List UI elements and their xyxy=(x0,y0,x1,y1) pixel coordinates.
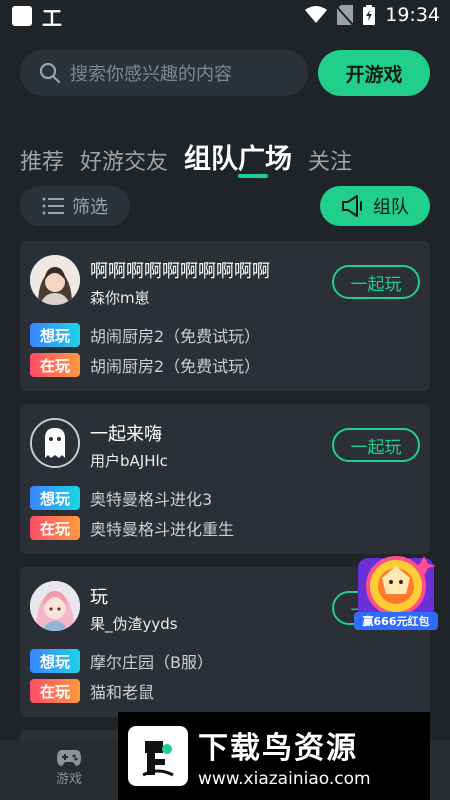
app-notification-icon: 工 xyxy=(42,5,62,30)
playing-game-name: 胡闹厨房2（免费试玩） xyxy=(90,357,261,376)
card-username: 森你m崽 xyxy=(90,289,150,307)
search-icon xyxy=(39,62,61,84)
battery-icon xyxy=(363,5,376,25)
nav-games-label: 游戏 xyxy=(56,772,83,787)
want-game-name: 摩尔庄园（B服） xyxy=(90,653,213,672)
tab-friends[interactable]: 好游交友 xyxy=(80,144,168,176)
want-game-name: 胡闹厨房2（免费试玩） xyxy=(90,327,261,346)
no-sim-icon xyxy=(337,5,354,25)
watermark-logo xyxy=(128,726,188,786)
tab-team-square[interactable]: 组队广场 xyxy=(184,137,292,176)
play-together-button[interactable]: 一起玩 xyxy=(332,265,420,299)
search-placeholder: 搜索你感兴趣的内容 xyxy=(70,64,232,85)
playing-game-name: 猫和老鼠 xyxy=(90,683,155,702)
create-team-button[interactable]: 组队 xyxy=(320,186,430,226)
card-title: 啊啊啊啊啊啊啊啊啊啊 xyxy=(90,261,270,282)
avatar[interactable] xyxy=(30,418,80,468)
card-username: 用户bAJHlc xyxy=(90,452,168,470)
tab-following[interactable]: 关注 xyxy=(308,144,352,176)
want-to-play-tag: 想玩 xyxy=(30,649,80,673)
team-card[interactable]: 啊啊啊啊啊啊啊啊啊啊 森你m崽 一起玩 想玩 胡闹厨房2（免费试玩） 在玩 胡闹… xyxy=(20,241,430,391)
avatar[interactable] xyxy=(30,255,80,305)
play-together-button[interactable]: 一起玩 xyxy=(332,428,420,462)
avatar[interactable] xyxy=(30,581,80,631)
playing-tag: 在玩 xyxy=(30,516,80,540)
playing-game-name: 奥特曼格斗进化重生 xyxy=(90,520,235,539)
search-input[interactable]: 搜索你感兴趣的内容 xyxy=(20,50,308,96)
tab-bar: 推荐 好游交友 组队广场 关注 xyxy=(20,132,352,176)
want-game-name: 奥特曼格斗进化3 xyxy=(90,490,213,509)
card-title: 一起来嗨 xyxy=(90,424,162,445)
card-title: 玩 xyxy=(90,587,108,608)
tab-recommended[interactable]: 推荐 xyxy=(20,144,64,176)
nav-games[interactable]: 游戏 xyxy=(56,748,82,787)
clock: 19:34 xyxy=(385,4,440,26)
want-to-play-tag: 想玩 xyxy=(30,323,80,347)
notification-icon xyxy=(12,6,32,26)
red-packet-label: 赢666元红包 xyxy=(362,615,430,628)
wifi-icon xyxy=(305,6,328,23)
watermark-title: 下载鸟资源 xyxy=(198,731,358,766)
list-icon xyxy=(42,197,64,215)
megaphone-icon xyxy=(342,195,362,217)
want-to-play-tag: 想玩 xyxy=(30,486,80,510)
watermark: 下载鸟资源 www.xiazainiao.com xyxy=(118,712,430,800)
team-card[interactable]: 一起来嗨 用户bAJHlc 一起玩 想玩 奥特曼格斗进化3 在玩 奥特曼格斗进化… xyxy=(20,404,430,554)
filter-button[interactable]: 筛选 xyxy=(20,186,130,226)
playing-tag: 在玩 xyxy=(30,679,80,703)
playing-tag: 在玩 xyxy=(30,353,80,377)
filter-label: 筛选 xyxy=(72,197,108,218)
start-game-button[interactable]: 开游戏 xyxy=(318,50,430,96)
red-packet-badge[interactable]: 赢666元红包 xyxy=(352,548,440,636)
team-label: 组队 xyxy=(373,197,409,218)
card-username: 果_伪渣yyds xyxy=(90,615,178,633)
status-bar: 工 19:34 xyxy=(0,0,450,32)
gamepad-icon xyxy=(57,750,81,766)
active-tab-indicator xyxy=(238,174,268,178)
watermark-url: www.xiazainiao.com xyxy=(198,769,371,789)
